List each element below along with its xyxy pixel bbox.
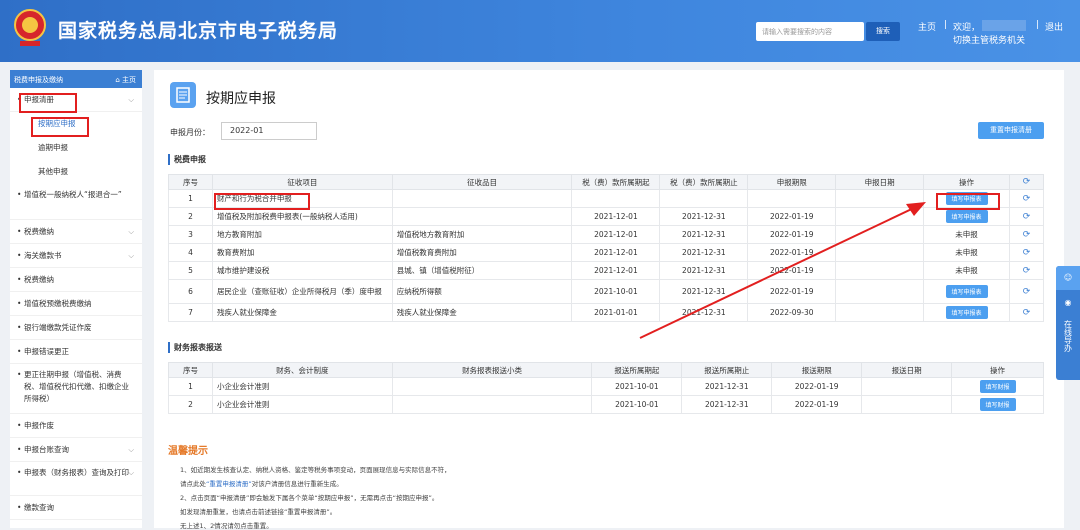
table-row: 1 小企业会计准则 2021-10-01 2021-12-31 2022-01-… — [168, 377, 1044, 396]
sidebar-item-tax-payment-2[interactable]: • 税费缴纳 — [10, 268, 142, 292]
tip-line-2: 请点此处“重置申报清册”对该户清册信息进行重新生成。 — [180, 480, 343, 488]
document-icon — [170, 82, 196, 108]
tip-line-4: 如发现清册重复，也请点击前述链接“重置申报清册”。 — [180, 508, 337, 516]
user-icon: ☺ — [1056, 266, 1080, 290]
chevron-down-icon: ⌵ — [128, 227, 134, 236]
tip-line-3: 2、点击页面“申报清册”即会触发下属各个菜单“按期应申报”，无需再点击“按期应申… — [180, 494, 439, 502]
page-title: 按期应申报 — [206, 91, 276, 107]
highlight-box — [936, 193, 1000, 210]
main-panel: 按期应申报 申报月份： 2022-01 重置申报清册 税费申报 序号 征收项目 … — [154, 70, 1064, 530]
tip-line-5: 无上述1、2情况请勿点击重置。 — [180, 522, 273, 530]
chevron-down-icon: ⌵ — [128, 95, 134, 104]
sidebar-sub-overdue-declaration[interactable]: 逾期申报 — [38, 142, 68, 153]
online-guide-label: 在线导办 — [1063, 320, 1073, 352]
refresh-icon[interactable]: ⟳ — [1023, 266, 1031, 276]
sidebar-item-vat-prepay[interactable]: • 增值税预缴税费缴纳 — [10, 292, 142, 316]
switch-authority-link[interactable]: 切换主管税务机关 — [953, 33, 1025, 46]
refresh-icon[interactable]: ⟳ — [1023, 308, 1031, 318]
bullet-icon: • — [17, 251, 22, 260]
refresh-icon[interactable]: ⟳ — [1023, 230, 1031, 240]
refresh-icon[interactable]: ⟳ — [1023, 287, 1031, 297]
sidebar-item-customs-payment[interactable]: • 海关缴款书 ⌵ — [10, 244, 142, 268]
sidebar-header: 税费申报及缴纳 ⌂ 主页 — [10, 70, 142, 88]
highlight-box — [19, 93, 77, 113]
tax-section-title: 税费申报 — [168, 154, 206, 165]
refresh-icon[interactable]: ⟳ — [1023, 248, 1031, 258]
table-row: 7 残疾人就业保障金 残疾人就业保障金 2021-01-01 2021-12-3… — [168, 303, 1045, 322]
welcome-text: 欢迎， — [953, 23, 981, 33]
bullet-icon: • — [17, 503, 22, 512]
sidebar-item-error-correction[interactable]: • 申报错误更正 — [10, 340, 142, 364]
bullet-icon: • — [17, 370, 22, 379]
home-link[interactable]: 主页 — [918, 20, 936, 33]
sidebar-item-report-query[interactable]: • 申报表（财务报表）查询及打印 ⌵ — [10, 462, 142, 496]
sidebar-item-past-correction[interactable]: • 更正往期申报（增值税、消费税、增值税代扣代缴、扣缴企业所得税） — [10, 364, 142, 414]
table-row: 6 居民企业（查账征收）企业所得税月（季）度申报 应纳税所得额 2021-10-… — [168, 279, 1045, 304]
table-header-row: 序号 财务、会计制度 财务报表报送小类 报送所属期起 报送所属期止 报送期限 报… — [168, 362, 1044, 378]
sidebar-item-payment-query[interactable]: • 缴款查询 — [10, 496, 142, 520]
table-row: 4 教育费附加 增值税教育费附加 2021-12-01 2021-12-31 2… — [168, 243, 1045, 262]
reset-declaration-link[interactable]: “重置申报清册” — [206, 480, 252, 488]
table-row: 2 增值税及附加税费申报表(一般纳税人适用) 2021-12-01 2021-1… — [168, 207, 1045, 226]
agent-avatar-icon: ◉ — [1064, 298, 1072, 307]
online-guide-widget[interactable]: ☺ ◉ 在线导办 — [1056, 266, 1080, 380]
sidebar-header-label: 税费申报及缴纳 — [14, 76, 63, 84]
fill-financial-report-button[interactable]: 填写财报 — [979, 398, 1016, 411]
search-button[interactable]: 搜索 — [866, 22, 900, 41]
status-text: 未申报 — [923, 243, 1010, 262]
bullet-icon: • — [17, 299, 22, 308]
sidebar-item-vat-refund[interactable]: • 增值税一般纳税人“报退合一” — [10, 184, 142, 220]
tip-line-1: 1、如近期发生核查认定、纳税人资格、鉴定等税务事项变动，页面展现信息与实际信息不… — [180, 466, 451, 474]
bullet-icon: • — [17, 190, 22, 199]
sidebar-home-link[interactable]: ⌂ 主页 — [115, 75, 136, 85]
sidebar-item-ledger-query[interactable]: • 申报台账查询 ⌵ — [10, 438, 142, 462]
month-label: 申报月份： — [170, 128, 210, 137]
fin-section-title: 财务报表报送 — [168, 342, 222, 353]
status-text: 未申报 — [923, 225, 1010, 244]
pipe-divider: | — [944, 20, 948, 30]
fill-financial-report-button[interactable]: 填写财报 — [979, 380, 1016, 393]
sidebar-item-declaration-void[interactable]: • 申报作废 — [10, 414, 142, 438]
fill-declaration-button[interactable]: 填写申报表 — [945, 306, 988, 319]
home-icon: ⌂ — [115, 76, 122, 84]
chevron-down-icon: ⌵ — [128, 468, 134, 477]
bullet-icon: • — [17, 275, 22, 284]
search-input[interactable]: 请输入需要搜索的内容 — [756, 22, 864, 41]
highlight-box — [31, 117, 89, 137]
fill-declaration-button[interactable]: 填写申报表 — [945, 210, 988, 223]
bullet-icon: • — [17, 468, 22, 477]
highlight-box — [214, 193, 310, 210]
refresh-icon[interactable]: ⟳ — [1023, 212, 1031, 222]
table-row: 5 城市维护建设税 县城、镇（增值税附征） 2021-12-01 2021-12… — [168, 261, 1045, 280]
logout-link[interactable]: 退出 — [1045, 20, 1063, 33]
status-text: 未申报 — [923, 261, 1010, 280]
bullet-icon: • — [17, 445, 22, 454]
table-row: 3 地方教育附加 增值税地方教育附加 2021-12-01 2021-12-31… — [168, 225, 1045, 244]
chevron-down-icon: ⌵ — [128, 445, 134, 454]
tax-emblem-icon — [14, 9, 46, 46]
refresh-icon[interactable]: ⟳ — [1023, 194, 1031, 204]
financial-report-table: 序号 财务、会计制度 财务报表报送小类 报送所属期起 报送所属期止 报送期限 报… — [168, 362, 1044, 414]
reset-declaration-button[interactable]: 重置申报清册 — [978, 122, 1044, 139]
bullet-icon: • — [17, 323, 22, 332]
sidebar-item-bank-voucher-void[interactable]: • 银行端缴款凭证作废 — [10, 316, 142, 340]
top-header: 国家税务总局北京市电子税务局 请输入需要搜索的内容 搜索 主页 | 欢迎， 切换… — [0, 0, 1080, 62]
fill-declaration-button[interactable]: 填写申报表 — [945, 285, 988, 298]
chevron-down-icon: ⌵ — [128, 251, 134, 260]
pipe-divider: | — [1036, 20, 1040, 30]
table-row: 2 小企业会计准则 2021-10-01 2021-12-31 2022-01-… — [168, 395, 1044, 414]
bullet-icon: • — [17, 227, 22, 236]
site-title: 国家税务总局北京市电子税务局 — [58, 20, 339, 42]
sidebar-item-tax-payment[interactable]: • 税费缴纳 ⌵ — [10, 220, 142, 244]
bullet-icon: • — [17, 421, 22, 430]
redacted-username — [982, 20, 1026, 31]
refresh-icon[interactable]: ⟳ — [1023, 177, 1031, 187]
sidebar: 税费申报及缴纳 ⌂ 主页 • 申报清册 ⌵ 按期应申报 逾期申报 其他申报 • … — [10, 70, 142, 528]
month-field[interactable]: 2022-01 — [221, 122, 317, 140]
sidebar-sub-other-declaration[interactable]: 其他申报 — [38, 166, 68, 177]
table-header-row: 序号 征收项目 征收品目 税（费）款所属期起 税（费）款所属期止 申报期限 申报… — [168, 174, 1045, 190]
bullet-icon: • — [17, 347, 22, 356]
tips-title: 温馨提示 — [168, 446, 208, 457]
